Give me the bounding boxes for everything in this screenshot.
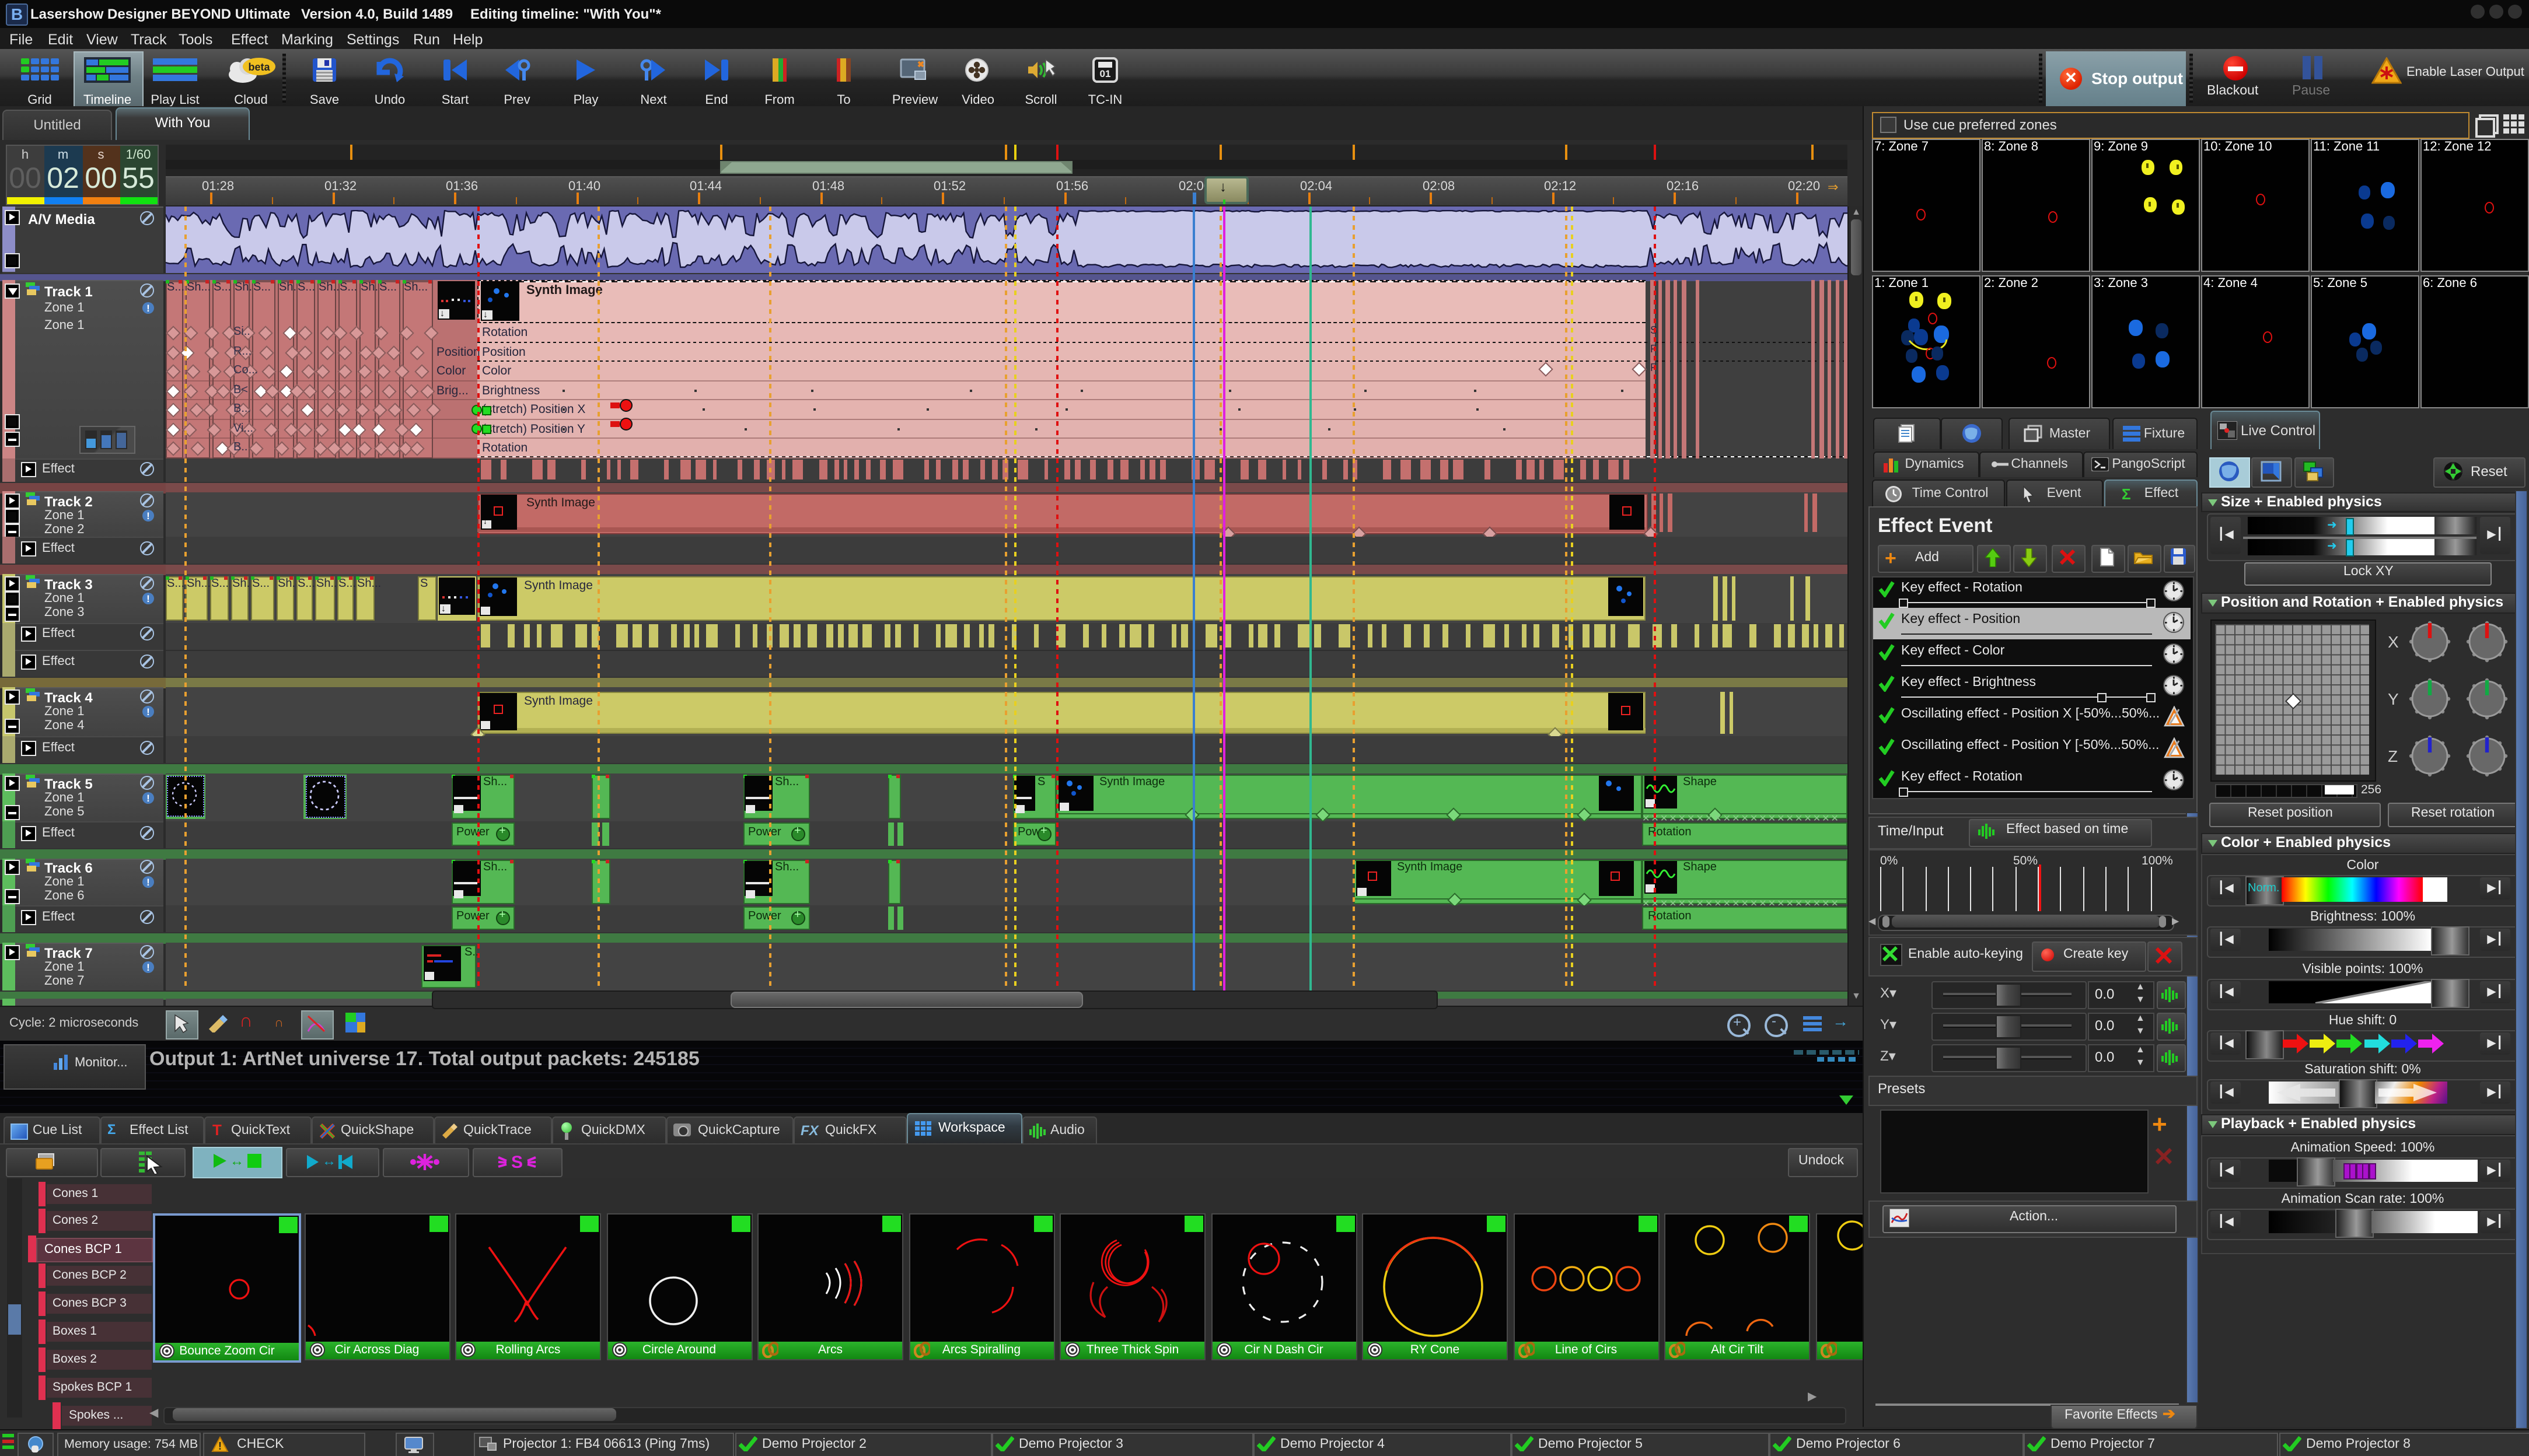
svg-text:!: !: [218, 1440, 222, 1451]
svg-text:beta: beta: [248, 61, 270, 73]
svg-text:01: 01: [1100, 68, 1111, 79]
svg-text:S: S: [511, 1153, 523, 1172]
